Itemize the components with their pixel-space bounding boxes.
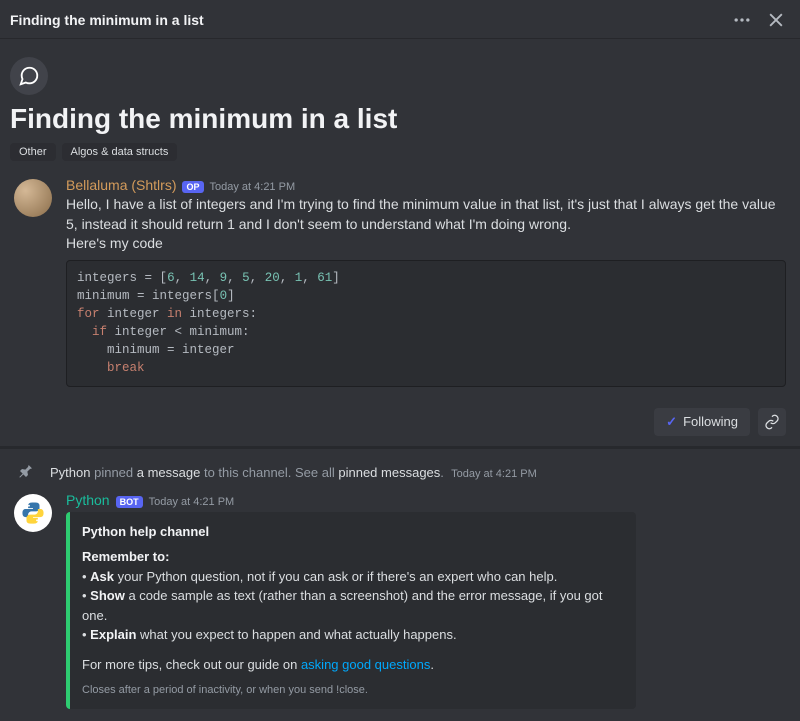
pin-actor[interactable]: Python bbox=[50, 465, 90, 480]
pin-icon bbox=[18, 463, 34, 482]
timestamp: Today at 4:21 PM bbox=[149, 496, 235, 508]
check-icon: ✓ bbox=[666, 414, 677, 430]
thread-header: Finding the minimum in a list bbox=[0, 0, 800, 39]
message-text: Hello, I have a list of integers and I'm… bbox=[66, 195, 786, 254]
op-badge: OP bbox=[182, 181, 203, 193]
op-message: Bellaluma (Shtlrs) OP Today at 4:21 PM H… bbox=[0, 175, 800, 399]
pin-timestamp: Today at 4:21 PM bbox=[451, 468, 537, 480]
bot-message: Python BOT Today at 4:21 PM Python help … bbox=[0, 490, 800, 721]
close-icon[interactable] bbox=[766, 10, 786, 30]
embed-title: Python help channel bbox=[82, 522, 622, 542]
bot-badge: BOT bbox=[116, 496, 143, 508]
tag-other[interactable]: Other bbox=[10, 143, 56, 161]
timestamp: Today at 4:21 PM bbox=[210, 181, 296, 193]
pinned-messages-link[interactable]: pinned messages bbox=[338, 465, 440, 480]
embed-footer: Closes after a period of inactivity, or … bbox=[82, 682, 622, 699]
asking-good-questions-link[interactable]: asking good questions bbox=[301, 657, 430, 672]
avatar[interactable] bbox=[14, 494, 52, 532]
author-name[interactable]: Bellaluma (Shtlrs) bbox=[66, 177, 176, 193]
following-button[interactable]: ✓ Following bbox=[654, 408, 750, 436]
more-icon[interactable] bbox=[732, 10, 752, 30]
code-block: integers = [6, 14, 9, 5, 20, 1, 61] mini… bbox=[66, 260, 786, 387]
header-title: Finding the minimum in a list bbox=[10, 12, 204, 28]
pin-system-message: Python pinned a message to this channel.… bbox=[0, 453, 800, 490]
tag-algos[interactable]: Algos & data structs bbox=[62, 143, 178, 161]
tag-row: Other Algos & data structs bbox=[0, 143, 800, 175]
thread-icon bbox=[10, 57, 48, 95]
thread-title: Finding the minimum in a list bbox=[0, 103, 800, 143]
divider bbox=[0, 446, 800, 449]
following-label: Following bbox=[683, 414, 738, 429]
avatar[interactable] bbox=[14, 179, 52, 217]
author-name[interactable]: Python bbox=[66, 492, 110, 508]
header-actions bbox=[732, 10, 786, 30]
copy-link-button[interactable] bbox=[758, 408, 786, 436]
embed: Python help channel Remember to: • Ask y… bbox=[66, 512, 636, 709]
post-actions: ✓ Following bbox=[0, 399, 800, 446]
